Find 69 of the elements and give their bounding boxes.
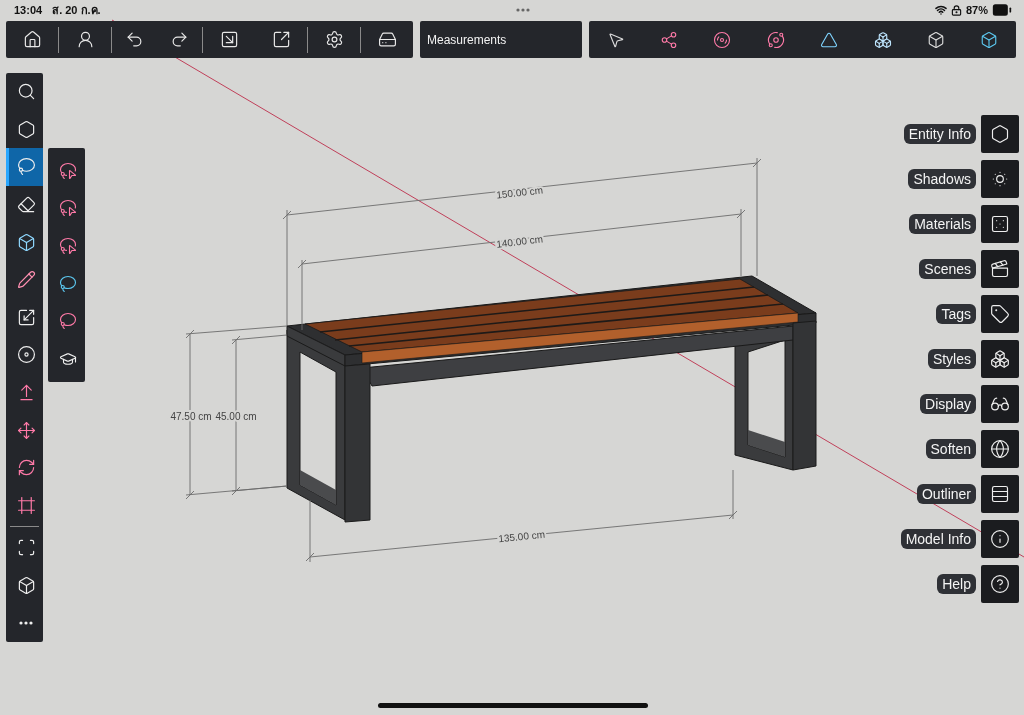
panel-label[interactable]: Outliner xyxy=(916,484,976,504)
home-icon xyxy=(22,30,42,49)
eraser-icon xyxy=(16,195,36,215)
boxes-icon xyxy=(873,30,892,49)
dimension-label: 135.00 cm xyxy=(497,528,546,545)
import-icon xyxy=(219,30,239,49)
panel-button[interactable] xyxy=(981,385,1019,423)
shapes-icon xyxy=(990,349,1010,369)
status-time: 13:04 xyxy=(14,4,43,16)
cube-icon xyxy=(926,30,945,49)
triangle-icon xyxy=(820,30,839,49)
pencil-icon xyxy=(16,270,36,290)
panel-button[interactable] xyxy=(981,565,1019,603)
outline-icon xyxy=(990,484,1010,504)
hexagon-icon xyxy=(16,119,36,139)
dimension-label: 45.00 cm xyxy=(215,411,257,422)
redo-icon xyxy=(170,30,189,49)
cube-icon xyxy=(16,232,36,252)
undo-icon xyxy=(125,30,144,49)
tag-icon xyxy=(990,304,1010,324)
wifi-icon xyxy=(934,4,947,16)
panel-label[interactable]: Entity Info xyxy=(903,124,976,144)
panel-button[interactable] xyxy=(981,160,1019,198)
panel-button[interactable] xyxy=(981,340,1019,378)
pointer-icon xyxy=(606,30,625,49)
settings-icon xyxy=(324,30,344,49)
info-icon xyxy=(990,529,1010,549)
circle-icon xyxy=(16,345,36,365)
panel-button[interactable] xyxy=(981,430,1019,468)
nodes-icon xyxy=(660,30,679,49)
dimension-label: 47.50 cm xyxy=(170,411,212,422)
move-icon xyxy=(16,420,36,440)
panel-button[interactable] xyxy=(981,475,1019,513)
panel-label[interactable]: Model Info xyxy=(900,529,976,549)
panel-label[interactable]: Soften xyxy=(925,439,976,459)
panel-label[interactable]: Scenes xyxy=(919,259,976,279)
panel-button[interactable] xyxy=(981,295,1019,333)
clapperboard-icon xyxy=(990,259,1010,279)
tray-icon xyxy=(377,30,397,49)
measurements-box: Measurements xyxy=(420,21,582,58)
search-icon xyxy=(16,82,36,102)
panel-label[interactable]: Materials xyxy=(909,214,976,234)
more-icon[interactable] xyxy=(515,8,530,12)
scan-icon xyxy=(16,538,36,558)
panel-label[interactable]: Display xyxy=(920,394,976,414)
hexagon-icon xyxy=(990,124,1010,144)
panel-button[interactable] xyxy=(981,520,1019,558)
dimension-label: 140.00 cm xyxy=(495,233,544,250)
panel-label[interactable]: Shadows xyxy=(908,169,976,189)
export-icon xyxy=(271,30,291,49)
lasso-select-icon xyxy=(59,274,77,293)
panel-button[interactable] xyxy=(981,250,1019,288)
panel-label[interactable]: Tags xyxy=(936,304,976,324)
panel-label[interactable]: Styles xyxy=(927,349,976,369)
rotate-icon xyxy=(16,458,36,478)
orbit-icon xyxy=(766,30,785,49)
more-icon xyxy=(19,621,33,626)
lock-icon xyxy=(950,4,962,16)
lasso-icon xyxy=(16,157,36,177)
cube-icon xyxy=(980,30,999,49)
help-icon xyxy=(990,574,1010,594)
panel-button[interactable] xyxy=(981,205,1019,243)
globe-icon xyxy=(990,439,1010,459)
cube-icon xyxy=(16,576,36,595)
battery-percent: 87% xyxy=(965,4,988,16)
panel-label[interactable]: Help xyxy=(937,574,976,594)
dimension-label: 150.00 cm xyxy=(495,184,544,201)
panel-button[interactable] xyxy=(981,115,1019,153)
dice-icon xyxy=(990,214,1010,234)
